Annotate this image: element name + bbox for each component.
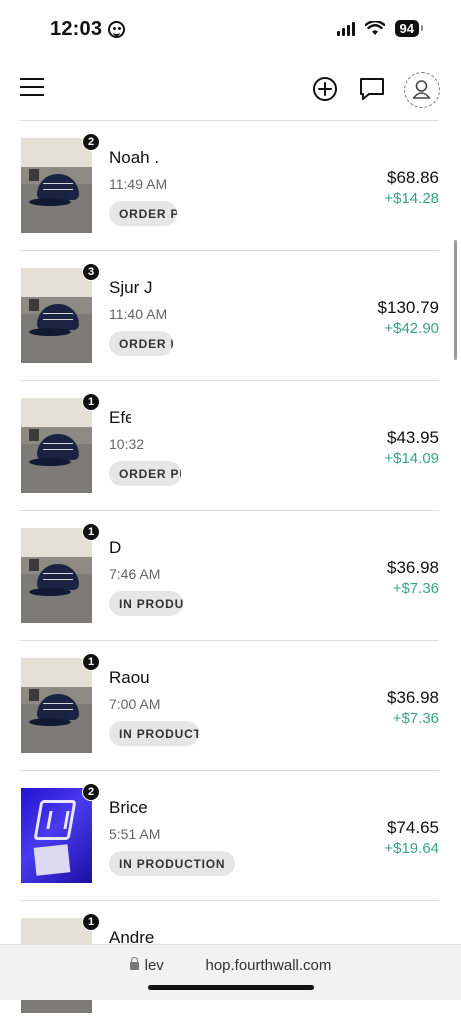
order-total: $36.98 — [387, 558, 439, 577]
order-time: 7:00 AM — [109, 696, 161, 712]
order-row[interactable]: 2 Brice 5:51 AM IN PRODUCTION $74.65 +$1… — [20, 770, 439, 900]
profile-button[interactable] — [404, 72, 440, 108]
lock-icon — [129, 957, 139, 970]
order-row[interactable]: 3 Sjur J 11:40 AM ORDER P $130.79 +$42.9… — [20, 250, 439, 380]
order-total: $68.86 — [387, 168, 439, 187]
clock-text: 12:03 — [50, 18, 103, 40]
order-time: 10:32 — [109, 436, 145, 452]
product-thumbnail[interactable] — [21, 658, 92, 753]
order-row[interactable]: 2 Noah . 11:49 AM ORDER P $68.86 +$14.28 — [20, 120, 439, 250]
order-earnings: +$19.64 — [384, 840, 439, 857]
browser-url-bar[interactable]: lev hop.fourthwall.com — [0, 944, 461, 1000]
order-row[interactable]: 1 D 7:46 AM IN PRODU $36.98 +$7.36 — [20, 510, 439, 640]
status-badge: ORDER PI — [109, 461, 181, 486]
order-earnings: +$7.36 — [392, 580, 439, 597]
order-time: 7:46 AM — [109, 566, 161, 582]
plus-circle-icon[interactable] — [310, 74, 340, 104]
user-avatar-icon — [412, 80, 431, 99]
url-text[interactable]: lev hop.fourthwall.com — [0, 957, 461, 974]
order-earnings: +$14.28 — [384, 190, 439, 207]
chat-bubble-icon[interactable] — [357, 74, 387, 104]
item-count-badge: 2 — [82, 133, 100, 151]
product-thumbnail[interactable] — [21, 268, 92, 363]
url-label: lev hop.fourthwall.com — [144, 957, 332, 974]
product-thumbnail[interactable] — [21, 138, 92, 233]
item-count-badge: 1 — [82, 653, 100, 671]
customer-name: D — [109, 538, 122, 557]
artwork-image — [33, 800, 77, 840]
order-total: $130.79 — [377, 298, 439, 317]
product-thumbnail[interactable] — [21, 398, 92, 493]
order-row[interactable]: 1 Efe 10:32 ORDER PI $43.95 +$14.09 — [20, 380, 439, 510]
customer-name: Efe — [109, 408, 131, 427]
customer-name: Noah . — [109, 148, 159, 167]
order-earnings: +$7.36 — [392, 710, 439, 727]
order-total: $36.98 — [387, 688, 439, 707]
status-bar: 12:03 94 — [0, 0, 461, 60]
product-thumbnail[interactable] — [21, 788, 92, 883]
status-badge: IN PRODUCT — [109, 721, 199, 746]
customer-name: Raou — [109, 668, 150, 687]
cellular-signal-icon — [336, 21, 355, 36]
status-badge: ORDER P — [109, 201, 177, 226]
item-count-badge: 2 — [82, 783, 100, 801]
status-badge: IN PRODUCTION — [109, 851, 236, 876]
item-count-badge: 1 — [82, 913, 100, 931]
status-badge: IN PRODU — [109, 591, 183, 616]
customer-name: Sjur J — [109, 278, 153, 297]
product-thumbnail[interactable] — [21, 528, 92, 623]
order-list: 2 Noah . 11:49 AM ORDER P $68.86 +$14.28… — [0, 120, 461, 1030]
status-time: 12:03 — [50, 18, 126, 41]
order-total: $43.95 — [387, 428, 439, 447]
home-indicator[interactable] — [148, 985, 314, 990]
customer-name: Brice — [109, 798, 148, 817]
order-time: 11:40 AM — [109, 306, 167, 322]
item-count-badge: 3 — [82, 263, 100, 281]
order-total: $74.65 — [387, 818, 439, 837]
status-indicators: 94 — [336, 20, 424, 37]
scrollbar[interactable] — [454, 240, 457, 360]
smiley-icon — [108, 21, 126, 38]
top-nav — [0, 62, 461, 116]
order-earnings: +$42.90 — [384, 320, 439, 337]
item-count-badge: 1 — [82, 393, 100, 411]
wifi-icon — [364, 21, 385, 35]
item-count-badge: 1 — [82, 523, 100, 541]
order-time: 5:51 AM — [109, 826, 161, 842]
hamburger-menu-icon[interactable] — [20, 78, 44, 98]
order-earnings: +$14.09 — [384, 450, 439, 467]
order-row[interactable]: 1 Raou 7:00 AM IN PRODUCT $36.98 +$7.36 — [20, 640, 439, 770]
battery-indicator: 94 — [394, 20, 424, 37]
order-time: 11:49 AM — [109, 176, 168, 192]
status-badge: ORDER P — [109, 331, 173, 356]
